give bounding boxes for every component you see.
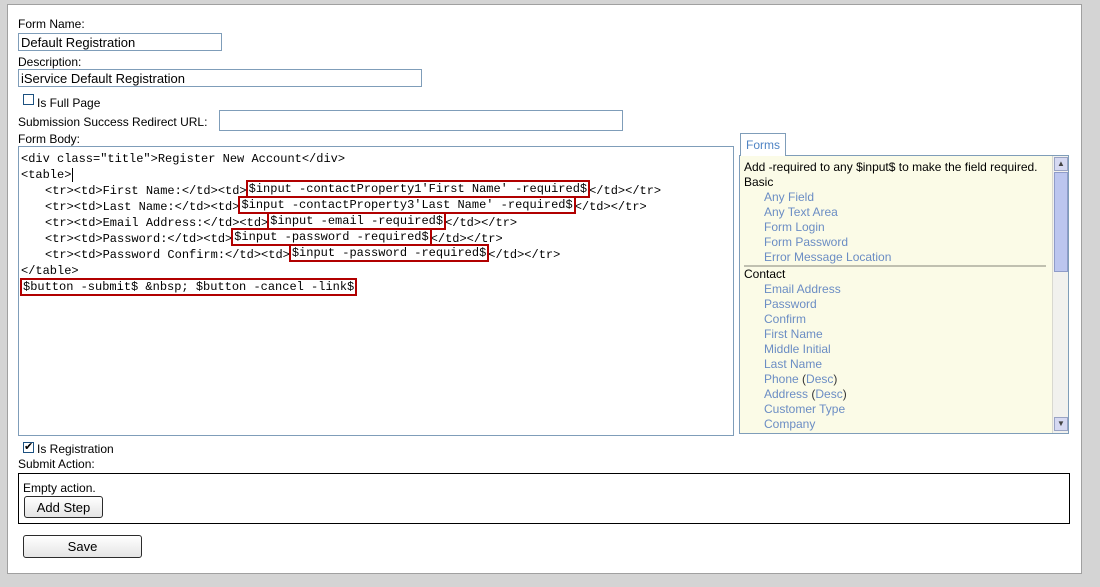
tab-forms[interactable]: Forms	[740, 133, 786, 156]
insert-confirm-link[interactable]: Confirm	[764, 312, 806, 326]
redirect-url-input[interactable]	[219, 110, 623, 131]
description-label: Description:	[18, 55, 82, 69]
insert-address-link[interactable]: Address	[764, 387, 808, 401]
insert-form-login-link[interactable]: Form Login	[764, 220, 825, 234]
form-body-editor[interactable]: <div class="title">Register New Account<…	[18, 146, 734, 436]
empty-action-text: Empty action.	[23, 481, 96, 495]
group-basic: Basic	[744, 175, 774, 189]
scroll-up-arrow-icon[interactable]: ▲	[1054, 157, 1068, 171]
save-button[interactable]: Save	[23, 535, 142, 558]
insert-customer-type-link[interactable]: Customer Type	[764, 402, 845, 416]
phone-desc-link[interactable]: Desc	[806, 372, 833, 386]
is-registration-checkbox[interactable]: ✔	[23, 442, 34, 453]
required-hint: Add -required to any $input$ to make the…	[744, 160, 1038, 174]
code-line-buttons: $button -submit$ &nbsp; $button -cancel …	[20, 278, 358, 297]
form-editor-panel: Form Name: Description: Is Full Page Sub…	[7, 4, 1082, 574]
input-tag-highlight: $input -password -required$	[288, 244, 490, 262]
address-desc-link[interactable]: Desc	[815, 387, 842, 401]
form-name-input[interactable]	[18, 33, 222, 51]
full-page-checkbox[interactable]	[23, 94, 34, 105]
description-input[interactable]	[18, 69, 422, 87]
insert-middle-initial-link[interactable]: Middle Initial	[764, 342, 831, 356]
is-registration-label: Is Registration	[37, 442, 114, 456]
add-step-button[interactable]: Add Step	[24, 496, 103, 518]
insert-phone-item: Phone (Desc)	[764, 372, 838, 386]
scroll-down-arrow-icon[interactable]: ▼	[1054, 417, 1068, 431]
checkmark-icon: ✔	[24, 441, 34, 453]
insert-email-address-link[interactable]: Email Address	[764, 282, 841, 296]
scrollbar-thumb[interactable]	[1054, 172, 1068, 272]
code-line: <table>	[21, 168, 74, 182]
insert-company-link[interactable]: Company	[764, 417, 815, 431]
insert-error-message-location-link[interactable]: Error Message Location	[764, 250, 891, 264]
form-name-label: Form Name:	[18, 17, 85, 31]
form-body-label: Form Body:	[18, 132, 81, 146]
forms-helper-panel: Add -required to any $input$ to make the…	[739, 155, 1069, 434]
submit-action-box: Empty action. Add Step	[18, 473, 1070, 524]
insert-last-name-link[interactable]: Last Name	[764, 357, 822, 371]
code-row-password-confirm: <tr><td>Password Confirm:</td><td> $input…	[45, 244, 561, 262]
insert-first-name-link[interactable]: First Name	[764, 327, 823, 341]
insert-any-field-link[interactable]: Any Field	[764, 190, 814, 204]
code-line: <div class="title">Register New Account<…	[21, 152, 346, 166]
insert-any-text-area-link[interactable]: Any Text Area	[764, 205, 838, 219]
group-divider	[744, 265, 1046, 267]
button-tag-highlight: $button -submit$ &nbsp; $button -cancel …	[20, 278, 358, 296]
redirect-url-label: Submission Success Redirect URL:	[18, 115, 208, 129]
group-contact: Contact	[744, 267, 786, 281]
insert-address-item: Address (Desc)	[764, 387, 847, 401]
panel-scrollbar[interactable]: ▲ ▼	[1052, 156, 1068, 433]
insert-password-link[interactable]: Password	[764, 297, 817, 311]
submit-action-label: Submit Action:	[18, 457, 95, 471]
code-line: </table>	[21, 264, 79, 278]
insert-phone-link[interactable]: Phone	[764, 372, 799, 386]
full-page-label: Is Full Page	[37, 96, 101, 110]
insert-form-password-link[interactable]: Form Password	[764, 235, 848, 249]
